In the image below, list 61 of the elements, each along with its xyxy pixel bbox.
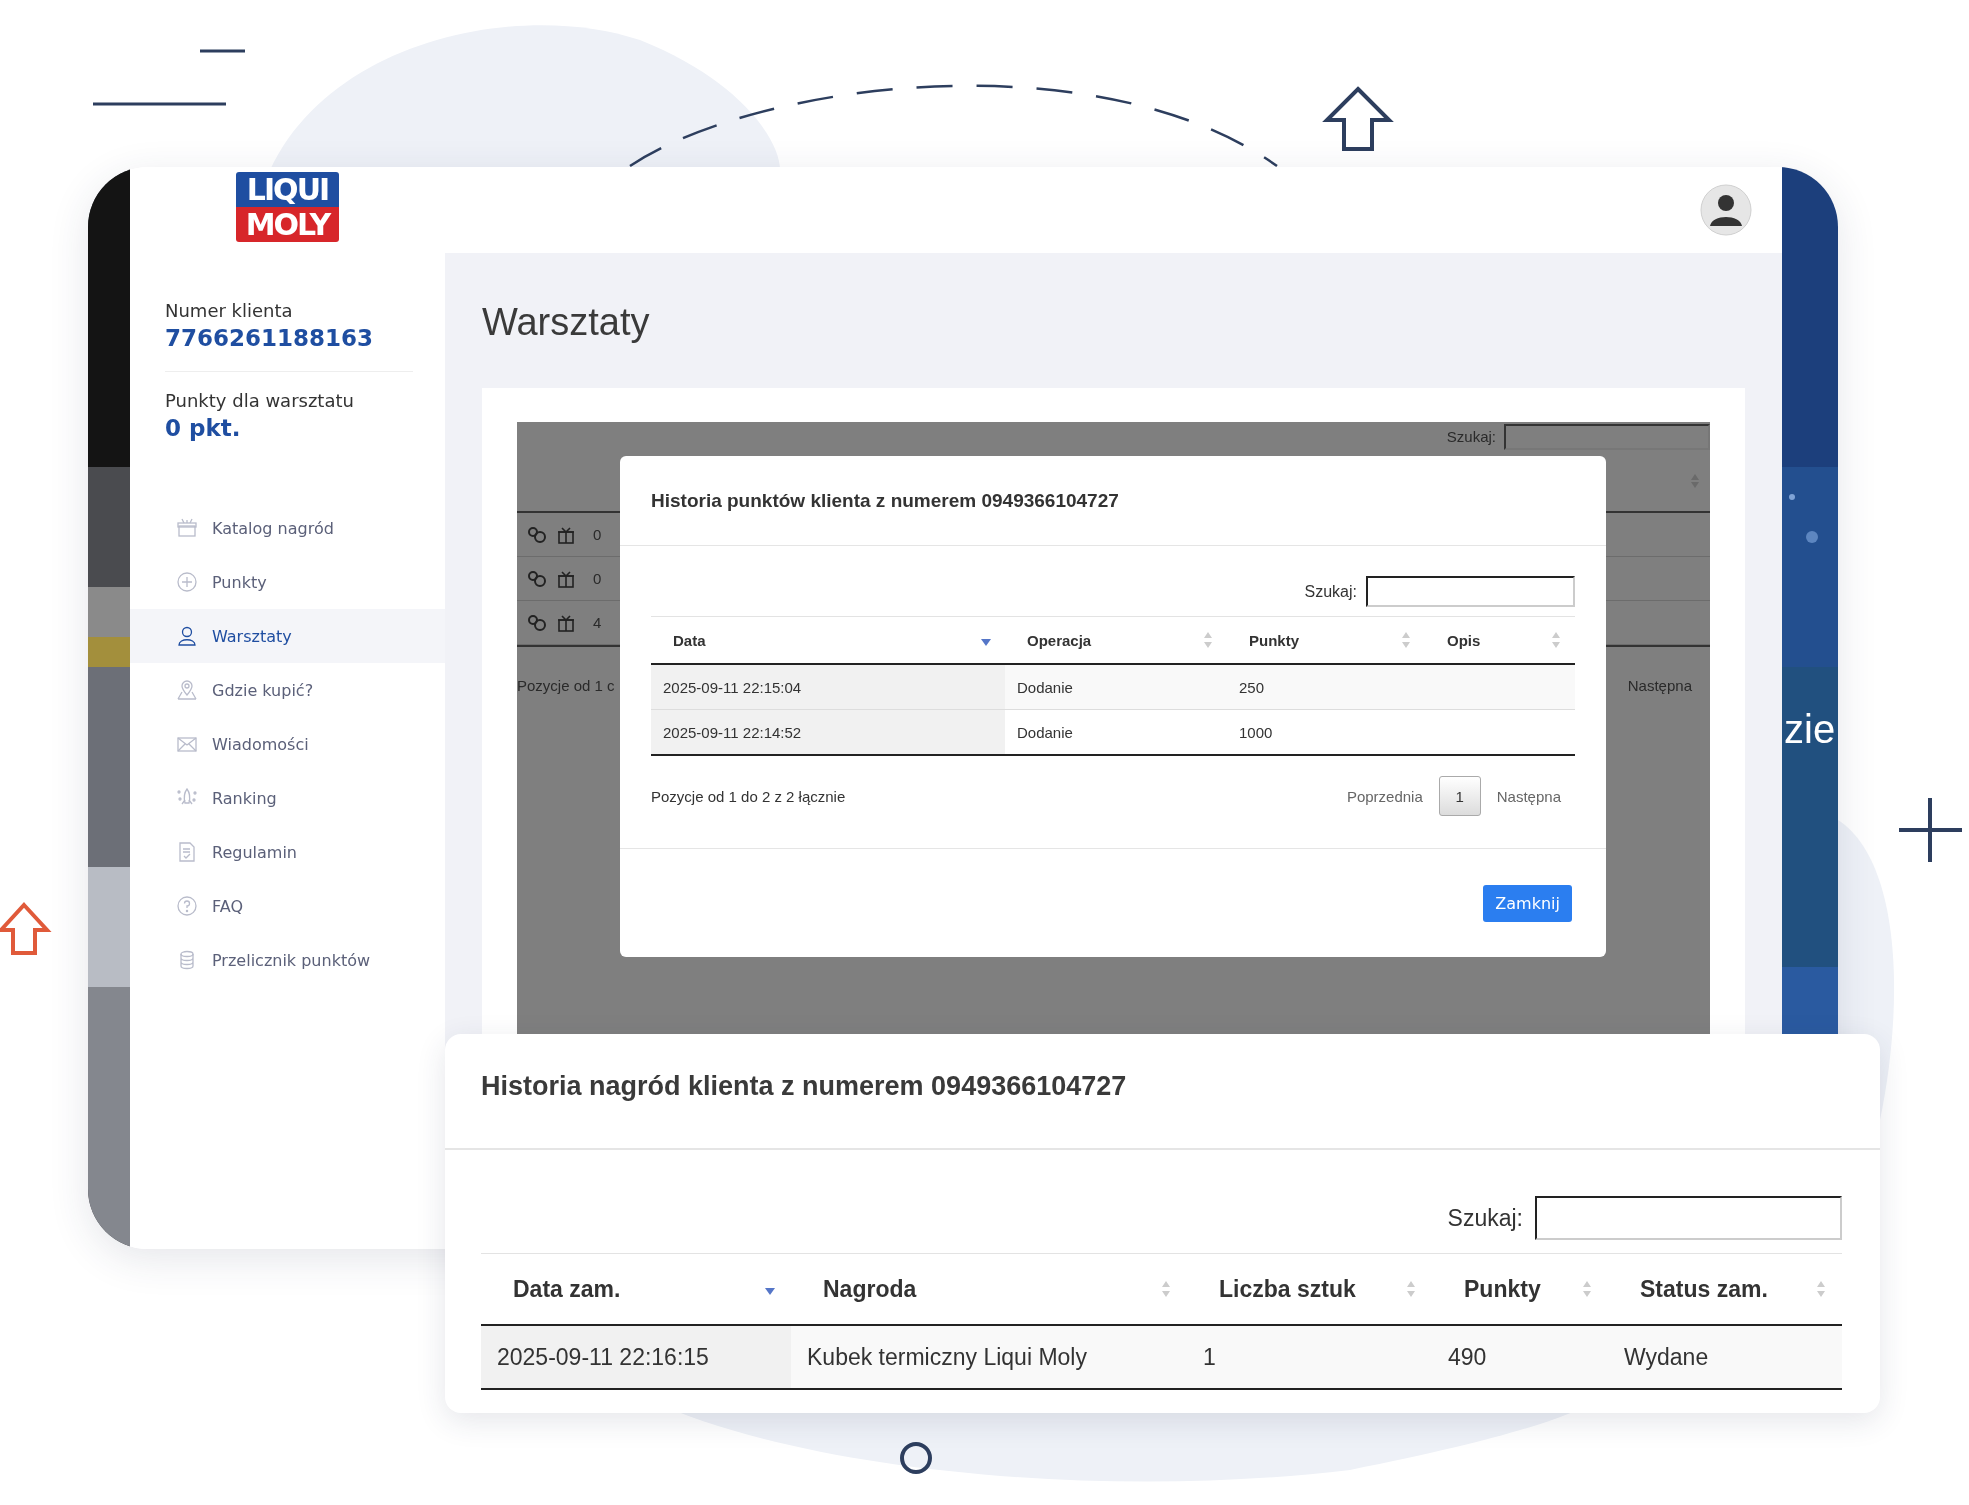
sidebar-item[interactable]: Regulamin	[130, 825, 445, 879]
plus-icon	[176, 571, 198, 593]
next-link[interactable]: Następna	[1627, 677, 1692, 694]
table-info: Pozycje od 1 c	[517, 677, 615, 694]
up-arrow-icon	[1322, 86, 1394, 151]
client-number: 7766261188163	[165, 325, 375, 351]
table-cell: 0	[593, 570, 602, 587]
plus-icon	[1899, 798, 1962, 862]
coins-icon[interactable]	[527, 569, 547, 588]
table-cell: 4	[593, 614, 602, 631]
search-label: Szukaj:	[1304, 582, 1357, 601]
sidebar-item[interactable]: Punkty	[130, 555, 445, 609]
table-cell: 250	[1227, 664, 1425, 710]
map-pin-icon	[176, 679, 198, 701]
gift-icon[interactable]	[557, 613, 575, 632]
table-cell: 1000	[1227, 709, 1425, 755]
coins-icon[interactable]	[527, 525, 547, 544]
panel-title: Historia nagród klienta z numerem 0949366104727	[481, 1070, 1127, 1102]
up-arrow-icon	[0, 902, 52, 955]
table-cell: Dodanie	[1005, 709, 1227, 755]
gift-icon[interactable]	[557, 569, 575, 588]
sidebar-item[interactable]: Wiadomości	[130, 717, 445, 771]
next-link[interactable]: Następna	[1496, 787, 1561, 805]
sidebar-item[interactable]: Ranking	[130, 771, 445, 825]
person-icon	[176, 625, 198, 647]
banner-text: zie	[1784, 707, 1836, 752]
table-info: Pozycje od 1 do 2 z 2 łącznie	[651, 787, 846, 805]
sidebar-item[interactable]: FAQ	[130, 879, 445, 933]
close-button[interactable]: Zamknij	[1483, 885, 1572, 922]
avatar-icon[interactable]	[1700, 184, 1752, 236]
table-cell: 2025-09-11 22:16:15	[481, 1325, 791, 1389]
sidebar-item[interactable]: Katalog nagród	[130, 501, 445, 555]
circle-icon	[900, 1442, 932, 1474]
page-button[interactable]: 1	[1438, 776, 1481, 816]
page-title: Warsztaty	[482, 301, 651, 344]
client-number-label: Numer klienta	[165, 300, 294, 321]
table-cell: 0	[593, 526, 602, 543]
table-cell: Kubek termiczny Liqui Moly	[791, 1325, 1187, 1389]
sidebar-item[interactable]: Przelicznik punktów	[130, 933, 445, 987]
search-field[interactable]	[1535, 1196, 1842, 1240]
coins-icon[interactable]	[527, 613, 547, 632]
sidebar-item[interactable]: Warsztaty	[130, 609, 445, 663]
document-icon	[176, 841, 198, 863]
search-label: Szukaj:	[1446, 428, 1496, 445]
search-label: Szukaj:	[1447, 1204, 1523, 1232]
gift-icon	[176, 517, 198, 539]
sidebar-item[interactable]: Gdzie kupić?	[130, 663, 445, 717]
table-cell: 2025-09-11 22:15:04	[651, 664, 1005, 710]
search-field[interactable]	[1366, 576, 1575, 607]
table-cell: Dodanie	[1005, 664, 1227, 710]
question-icon	[176, 895, 198, 917]
gift-icon[interactable]	[557, 525, 575, 544]
points-label: Punkty dla warsztatu	[165, 390, 355, 411]
modal-title: Historia punktów klienta z numerem 0949366104727	[651, 489, 1119, 512]
search-field[interactable]	[1504, 423, 1710, 450]
table-cell: Wydane	[1608, 1325, 1842, 1389]
points-value: 0 pkt.	[165, 415, 242, 441]
table-cell: 1	[1187, 1325, 1432, 1389]
table-cell: 490	[1432, 1325, 1608, 1389]
previous-link[interactable]: Poprzednia	[1346, 787, 1423, 805]
table-cell: 2025-09-11 22:14:52	[651, 709, 1005, 755]
